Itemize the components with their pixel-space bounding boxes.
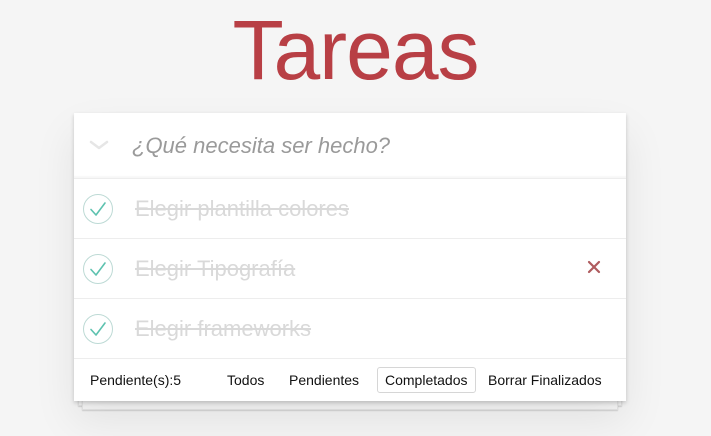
close-icon[interactable] — [582, 255, 606, 279]
page-title: Tareas — [232, 3, 479, 97]
filter-all[interactable]: Todos — [219, 367, 272, 393]
new-todo-input[interactable] — [132, 127, 612, 165]
todo-item: Elegir frameworks — [74, 299, 626, 359]
filter-active[interactable]: Pendientes — [281, 367, 367, 393]
todo-label[interactable]: Elegir Tipografía — [135, 255, 295, 283]
todo-list: Elegir plantilla colores Elegir Tipograf… — [74, 179, 626, 359]
todo-app: Elegir plantilla colores Elegir Tipograf… — [74, 113, 626, 401]
check-icon[interactable] — [82, 253, 114, 285]
clear-completed-button[interactable]: Borrar Finalizados — [488, 372, 602, 388]
todo-label[interactable]: Elegir frameworks — [135, 315, 311, 343]
todo-item: Elegir plantilla colores — [74, 179, 626, 239]
todo-footer: Pendiente(s):5 Todos Pendientes Completa… — [74, 359, 626, 401]
check-icon[interactable] — [82, 193, 114, 225]
filter-completed[interactable]: Completados — [377, 367, 476, 393]
todo-label[interactable]: Elegir plantilla colores — [135, 195, 349, 223]
chevron-down-icon[interactable] — [87, 133, 111, 157]
todo-header — [74, 113, 626, 179]
todo-count: Pendiente(s):5 — [90, 372, 182, 388]
todo-item: Elegir Tipografía — [74, 239, 626, 299]
check-icon[interactable] — [82, 313, 114, 345]
